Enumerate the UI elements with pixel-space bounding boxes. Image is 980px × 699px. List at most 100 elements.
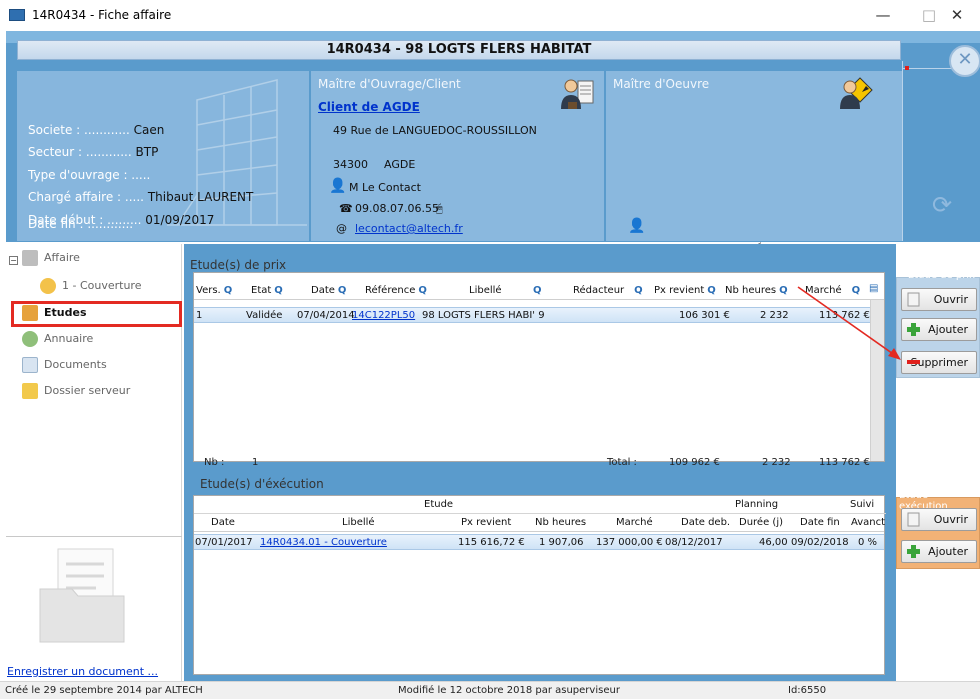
vertical-scrollbar[interactable] (870, 300, 884, 461)
filter-icon: Q (223, 285, 233, 296)
etudes-exec-header: Etude Planning Suivi Date Libellé Px rev… (194, 496, 886, 532)
column-chooser-icon[interactable]: ▤ (869, 283, 878, 294)
add-etude-prix-button[interactable]: Ajouter (901, 318, 977, 341)
col-marche[interactable]: Marché (616, 517, 653, 528)
col-date[interactable]: Date (211, 517, 235, 528)
nav-item-affaire[interactable]: Affaire (22, 248, 80, 268)
close-button[interactable]: ✕ (934, 4, 980, 26)
save-document-link[interactable]: Enregistrer un document ... (7, 665, 158, 678)
col-etat[interactable]: Etat Q (251, 285, 283, 296)
etudes-main-panel: Etude(s) de prix Vers. Q Etat Q Date Q Réfé… (184, 244, 896, 681)
col-reference[interactable]: Référence Q (365, 285, 427, 296)
col-date-fin[interactable]: Date fin (800, 517, 840, 528)
col-libelle[interactable]: Libellé (469, 285, 502, 296)
window-title: 14R0434 - Fiche affaire (32, 8, 172, 22)
filter-icon: Q (779, 285, 788, 296)
app-icon (9, 9, 25, 21)
cell-date: 07/04/2014 (297, 310, 355, 321)
minimize-button[interactable]: — (860, 4, 906, 26)
maitre-ouvrage-title: Maître d'Ouvrage/Client (318, 77, 461, 91)
nav-item-etudes[interactable]: Etudes (22, 303, 87, 323)
tree-collapse-icon[interactable]: − (9, 256, 18, 265)
cell-marche: 137 000,00 € (596, 537, 663, 548)
filter-icon[interactable]: Q (530, 285, 542, 296)
cell-vers: 1 (196, 310, 203, 321)
reference-link[interactable]: 14C122PL50 (352, 310, 415, 321)
nav-item-label: Dossier serveur (44, 384, 131, 397)
client-postcode: 34300 (333, 158, 368, 171)
building-watermark-icon (167, 79, 307, 226)
open-etude-exec-button[interactable]: Ouvrir (901, 508, 977, 531)
col-date-deb[interactable]: Date deb. (681, 517, 730, 528)
affaire-info-panel: Societe : ............ Caen Secteur : ..… (17, 71, 309, 241)
add-etude-exec-button[interactable]: Ajouter (901, 540, 977, 563)
col-px-revient[interactable]: Px revient Q (654, 285, 716, 296)
col-avanct[interactable]: Avanct (851, 517, 885, 528)
open-etude-prix-button[interactable]: Ouvrir (901, 288, 977, 311)
nav-item-dossier-serveur[interactable]: Dossier serveur (22, 381, 130, 401)
nav-item-label: Documents (44, 358, 107, 371)
client-phone: 09.08.07.06.55 (355, 202, 439, 215)
cell-avanct: 0 % (858, 537, 878, 548)
date-debut-value: 01/09/2017 (145, 213, 215, 227)
filter-icon: Q (851, 285, 861, 296)
total-nb-heures: 2 232 (762, 457, 791, 468)
col-libelle[interactable]: Libellé (342, 517, 375, 528)
nav-item-couverture[interactable]: 1 - Couverture (40, 276, 141, 296)
nb-value: 1 (252, 457, 259, 468)
col-nb-heures[interactable]: Nb heures (535, 517, 586, 528)
filter-icon: Q (418, 285, 427, 296)
cell-date-deb: 08/12/2017 (665, 537, 723, 548)
cell-duree: 46,00 (759, 537, 788, 548)
col-px-revient[interactable]: Px revient (461, 517, 511, 528)
status-bar: Créé le 29 septembre 2014 par ALTECH Mod… (0, 681, 980, 699)
delete-etude-prix-button[interactable]: Supprimer (901, 351, 977, 374)
close-circle-icon[interactable]: ✕ (949, 45, 980, 77)
nav-item-documents[interactable]: Documents (22, 355, 107, 375)
client-contact-name: M Le Contact (349, 181, 421, 194)
person-icon: 👤 (329, 178, 347, 194)
mouse-icon: 🖱 (436, 202, 443, 215)
col-date[interactable]: Date Q (311, 285, 346, 296)
nav-item-annuaire[interactable]: Annuaire (22, 329, 93, 349)
client-email-link[interactable]: lecontact@altech.fr (355, 222, 463, 235)
documents-icon (22, 357, 38, 373)
affaire-title: 14R0434 - 98 LOGTS FLERS HABITAT (17, 40, 901, 60)
open-label: Ouvrir (933, 513, 968, 526)
cell-marche: 113 762 € (819, 310, 870, 321)
total-marche: 113 762 € (819, 457, 870, 468)
etudes-icon (22, 305, 38, 321)
filter-icon: Q (707, 285, 716, 296)
col-duree[interactable]: Durée (j) (739, 517, 783, 528)
nav-tree-area: − Affaire 1 - Couverture Etudes Annuaire… (6, 244, 182, 537)
etudes-prix-title: Etude(s) de prix (190, 258, 287, 272)
created-status: Créé le 29 septembre 2014 par ALTECH (5, 685, 203, 696)
cell-px-revient: 106 301 € (679, 310, 730, 321)
col-marche[interactable]: Marché Q (805, 285, 860, 296)
nav-item-label: Affaire (44, 251, 80, 264)
plus-icon (907, 545, 920, 558)
maitre-oeuvre-title: Maître d'Oeuvre (613, 77, 710, 91)
etudes-exec-title: Etude(s) d'éxécution (200, 477, 324, 491)
modified-status: Modifié le 12 octobre 2018 par asupervis… (398, 685, 620, 696)
client-link[interactable]: Client de AGDE (318, 100, 420, 114)
nav-item-label: Annuaire (44, 332, 94, 345)
col-vers[interactable]: Vers. Q (196, 285, 232, 296)
email-icon: @ (336, 222, 347, 235)
charge-affaire-value: Thibaut LAURENT (147, 190, 254, 204)
open-label: Ouvrir (933, 293, 968, 306)
col-redacteur[interactable]: Rédacteur Q (573, 285, 643, 296)
refresh-icon[interactable]: ⟳ (932, 191, 952, 219)
cell-nb-heures: 2 232 (760, 310, 789, 321)
type-ouvrage-label: Type d'ouvrage : ..... (28, 168, 151, 182)
id-status: Id:6550 (788, 685, 827, 696)
cell-date-fin: 09/02/2018 (791, 537, 849, 548)
client-contact-icon[interactable] (559, 75, 595, 111)
col-nb-heures[interactable]: Nb heures Q (725, 285, 788, 296)
add-label: Ajouter (928, 323, 968, 336)
group-suivi: Suivi (850, 499, 875, 510)
execution-link[interactable]: 14R0434.01 - Couverture (260, 537, 387, 548)
architect-contact-icon[interactable] (838, 75, 874, 111)
group-etude: Etude (424, 499, 454, 510)
secteur-value: BTP (135, 145, 159, 159)
